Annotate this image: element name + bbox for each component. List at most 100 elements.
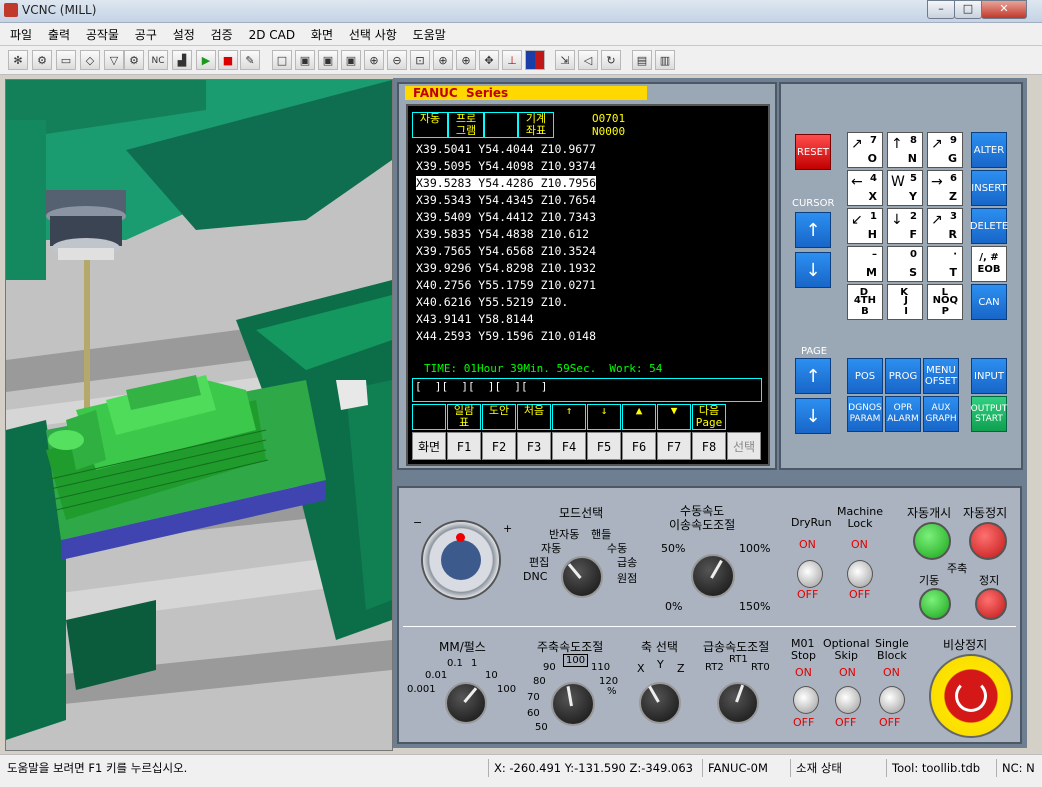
view-front-icon[interactable]: □ [272,50,292,70]
insert-button[interactable]: INSERT [971,170,1007,206]
input-buffer[interactable]: [ ][ ][ ][ ][ ] [412,378,762,402]
mode-select-knob[interactable] [561,556,603,598]
key-minus-m[interactable]: – M [847,246,883,282]
input-button[interactable]: INPUT [971,358,1007,394]
key-2-f[interactable]: ↓ 2 F [887,208,923,244]
cube-icon[interactable]: ◇ [80,50,100,70]
sound-icon[interactable]: ◁ [578,50,598,70]
key-9-g[interactable]: ↗ 9 G [927,132,963,168]
close-button[interactable]: ✕ [981,0,1027,19]
color-icon[interactable] [525,50,545,70]
dgnos-param-button[interactable]: DGNOS PARAM [847,396,883,432]
menu-help[interactable]: 도움말 [407,23,452,46]
menu-2dcad[interactable]: 2D CAD [243,25,302,45]
zoom-window-icon[interactable]: ⊡ [410,50,430,70]
machine-icon[interactable]: ✻ [8,50,28,70]
key-6-z[interactable]: → 6 Z [927,170,963,206]
zoom-all-icon[interactable]: ⊕ [456,50,476,70]
key-dot-t[interactable]: · T [927,246,963,282]
key-8-n[interactable]: ↑ 8 N [887,132,923,168]
menu-tool[interactable]: 공구 [129,23,163,46]
optional-skip-toggle[interactable] [835,686,861,714]
eob-button[interactable]: /, # EOB [971,246,1007,282]
key-k-j-i[interactable]: KJ I [887,284,923,320]
gear-icon[interactable]: ⚙ [32,50,52,70]
nc-icon[interactable]: NC [148,50,168,70]
pan-icon[interactable]: ✥ [479,50,499,70]
fkey-f5[interactable]: F5 [587,432,621,460]
play-icon[interactable]: ▶ [196,50,216,70]
menu-view[interactable]: 화면 [305,23,339,46]
cycle-stop-button[interactable] [969,522,1007,560]
key-5-y[interactable]: W5Y [887,170,923,206]
pencil-icon[interactable]: ✎ [240,50,260,70]
dryrun-toggle[interactable] [797,560,823,588]
fkey-f3[interactable]: F3 [517,432,551,460]
fkey-f8[interactable]: F8 [692,432,726,460]
zoom-in-icon[interactable]: ⊕ [364,50,384,70]
key-1-h[interactable]: ↙ 1 H [847,208,883,244]
fkey-f4[interactable]: F4 [552,432,586,460]
menu-settings[interactable]: 설정 [167,23,201,46]
key-0-s[interactable]: 0S [887,246,923,282]
setup-icon[interactable]: ⚙ [124,50,144,70]
fkey-select[interactable]: 선택 [727,432,761,460]
fkey-screen[interactable]: 화면 [412,432,446,460]
fkey-f1[interactable]: F1 [447,432,481,460]
fkey-f2[interactable]: F2 [482,432,516,460]
view-side-icon[interactable]: ▣ [341,50,361,70]
rapid-override-knob[interactable] [717,682,759,724]
single-block-toggle[interactable] [879,686,905,714]
view-iso-icon[interactable]: ▣ [295,50,315,70]
view-top-icon[interactable]: ▣ [318,50,338,70]
alter-button[interactable]: ALTER [971,132,1007,168]
zoom-out-icon[interactable]: ⊖ [387,50,407,70]
chart-icon[interactable]: ▟ [172,50,192,70]
measure-icon[interactable]: ⇲ [555,50,575,70]
aux-graph-button[interactable]: AUX GRAPH [923,396,959,432]
book-icon[interactable]: ▥ [655,50,675,70]
m01-toggle[interactable] [793,686,819,714]
refresh-icon[interactable]: ↻ [601,50,621,70]
machine-lock-toggle[interactable] [847,560,873,588]
key-4-x[interactable]: ← 4 X [847,170,883,206]
machining-viewport[interactable] [5,79,393,751]
menu-options[interactable]: 선택 사항 [343,23,403,46]
menu-offset-button[interactable]: MENU OFSET [923,358,959,394]
key-l-noq-p[interactable]: L NOQ P [927,284,963,320]
mm-pulse-knob[interactable] [445,682,487,724]
cursor-up-button[interactable]: ↑ [795,212,831,248]
cursor-down-button[interactable]: ↓ [795,252,831,288]
drill-icon[interactable]: ▽ [104,50,124,70]
page-up-button[interactable]: ↑ [795,358,831,394]
menu-verify[interactable]: 검증 [205,23,239,46]
fkey-f6[interactable]: F6 [622,432,656,460]
reset-button[interactable]: RESET [795,134,831,170]
menu-output[interactable]: 출력 [42,23,76,46]
stop-icon[interactable]: ■ [218,50,238,70]
spindle-speed-knob[interactable] [551,682,595,726]
cycle-start-button[interactable] [913,522,951,560]
zoom-fit-icon[interactable]: ⊕ [433,50,453,70]
pos-button[interactable]: POS [847,358,883,394]
open-icon[interactable]: ▭ [56,50,76,70]
axis-select-knob[interactable] [639,682,681,724]
key-3-r[interactable]: ↗ 3 R [927,208,963,244]
page-down-button[interactable]: ↓ [795,398,831,434]
menu-file[interactable]: 파일 [4,23,38,46]
key-7-o[interactable]: ↗ 7 O [847,132,883,168]
spindle-stop-button[interactable] [975,588,1007,620]
fkey-f7[interactable]: F7 [657,432,691,460]
delete-button[interactable]: DELETE [970,208,1008,244]
output-start-button[interactable]: OUTPUT START [971,396,1007,432]
spindle-start-button[interactable] [919,588,951,620]
can-button[interactable]: CAN [971,284,1007,320]
note-icon[interactable]: ▤ [632,50,652,70]
menu-workpiece[interactable]: 공작물 [80,23,125,46]
minimize-button[interactable]: – [927,0,955,19]
opr-alarm-button[interactable]: OPR ALARM [885,396,921,432]
maximize-button[interactable]: □ [954,0,982,19]
key-d-4th-b[interactable]: D 4TH B [847,284,883,320]
axis-icon[interactable]: ⊥ [502,50,522,70]
prog-button[interactable]: PROG [885,358,921,394]
